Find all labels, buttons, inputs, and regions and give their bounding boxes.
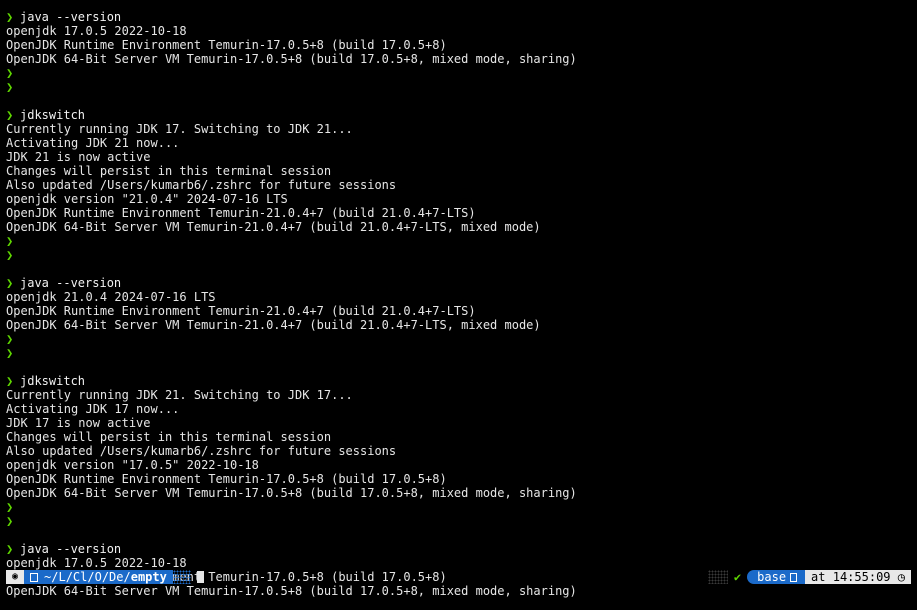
output-line: JDK 17 is now active <box>6 416 151 430</box>
prompt-arrow-icon: ❯ <box>6 108 14 122</box>
output-line: OpenJDK 64-Bit Server VM Temurin-21.0.4+… <box>6 318 541 332</box>
output-line: Activating JDK 21 now... <box>6 136 180 150</box>
output-line: OpenJDK Runtime Environment Temurin-17.0… <box>6 472 447 486</box>
prompt-arrow-icon: ❯ <box>6 514 14 528</box>
folder-icon <box>30 572 39 582</box>
output-line: OpenJDK Runtime Environment Temurin-21.0… <box>6 304 476 318</box>
prompt-line: ❯ java --version <box>6 542 911 556</box>
prompt-line: ❯ <box>6 332 911 346</box>
prompt-arrow-icon: ❯ <box>6 500 14 514</box>
prompt-line: ❯ jdkswitch <box>6 374 911 388</box>
prompt-line: ❯ <box>6 500 911 514</box>
apple-icon: ◉ <box>6 570 25 584</box>
path-prefix: ~/L/Cl/O/De/ <box>44 570 131 584</box>
output-line: Changes will persist in this terminal se… <box>6 430 332 444</box>
output-line: OpenJDK Runtime Environment Temurin-21.0… <box>6 206 476 220</box>
prompt-arrow-icon: ❯ <box>6 234 14 248</box>
prompt-line: ❯ <box>6 80 911 94</box>
python-icon <box>790 572 798 582</box>
prompt-arrow-icon: ❯ <box>6 332 14 346</box>
terminal-output[interactable]: ❯ java --version openjdk 17.0.5 2022-10-18… <box>6 10 911 598</box>
output-line: Activating JDK 17 now... <box>6 402 180 416</box>
output-line: OpenJDK 64-Bit Server VM Temurin-21.0.4+… <box>6 220 541 234</box>
prompt-arrow-icon: ❯ <box>6 374 14 388</box>
prompt-right-segment: ✔ base at 14:55:09 ◷ <box>707 570 911 584</box>
time-prefix: at <box>811 570 826 584</box>
text-cursor[interactable] <box>196 571 204 583</box>
prompt-line: ❯ <box>6 346 911 360</box>
segment-fade <box>172 570 191 584</box>
output-line: OpenJDK Runtime Environment Temurin-17.0… <box>6 38 447 52</box>
command-text: java --version <box>20 10 122 24</box>
prompt-line: ❯ <box>6 248 911 262</box>
command-text: jdkswitch <box>20 108 86 122</box>
prompt-line: ❯ java --version <box>6 276 911 290</box>
output-line: OpenJDK 64-Bit Server VM Temurin-17.0.5+… <box>6 584 577 598</box>
command-text: java --version <box>20 542 122 556</box>
prompt-arrow-icon: ❯ <box>6 80 14 94</box>
output-line: OpenJDK 64-Bit Server VM Temurin-17.0.5+… <box>6 52 577 66</box>
output-line: openjdk version "21.0.4" 2024-07-16 LTS <box>6 192 288 206</box>
prompt-arrow-icon: ❯ <box>6 10 14 24</box>
prompt-line: ❯ <box>6 234 911 248</box>
path-last-segment: empty <box>130 570 167 584</box>
prompt-line: ❯ java --version <box>6 10 911 24</box>
prompt-line: ❯ <box>6 66 911 80</box>
output-line: openjdk 17.0.5 2022-10-18 <box>6 24 187 38</box>
command-text: jdkswitch <box>20 374 86 388</box>
output-line: openjdk 21.0.4 2024-07-16 LTS <box>6 290 216 304</box>
output-line: Changes will persist in this terminal se… <box>6 164 332 178</box>
clock-icon: ◷ <box>897 570 905 584</box>
command-text: java --version <box>20 276 122 290</box>
output-line: openjdk 17.0.5 2022-10-18 <box>6 556 187 570</box>
clock-time: 14:55:09 <box>832 570 891 584</box>
prompt-line: ❯ <box>6 514 911 528</box>
env-name: base <box>757 570 787 584</box>
prompt-arrow-icon: ❯ <box>6 542 14 556</box>
prompt-left-segment: ◉ ~/L/Cl/O/De/empty <box>6 570 204 584</box>
clock-segment: at 14:55:09 ◷ <box>805 570 911 584</box>
prompt-arrow-icon: ❯ <box>6 346 14 360</box>
status-ok-icon: ✔ <box>727 570 748 584</box>
output-line: Also updated /Users/kumarb6/.zshrc for f… <box>6 178 397 192</box>
segment-fade-right <box>707 570 728 584</box>
output-line: Also updated /Users/kumarb6/.zshrc for f… <box>6 444 397 458</box>
current-directory: ~/L/Cl/O/De/empty <box>24 570 173 584</box>
conda-env-badge: base <box>747 570 806 584</box>
output-line: JDK 21 is now active <box>6 150 151 164</box>
prompt-arrow-icon: ❯ <box>6 276 14 290</box>
prompt-arrow-icon: ❯ <box>6 66 14 80</box>
output-line: OpenJDK 64-Bit Server VM Temurin-17.0.5+… <box>6 486 577 500</box>
output-line: openjdk version "17.0.5" 2022-10-18 <box>6 458 259 472</box>
output-line: Currently running JDK 17. Switching to J… <box>6 122 353 136</box>
output-line: Currently running JDK 21. Switching to J… <box>6 388 353 402</box>
prompt-status-bar: ◉ ~/L/Cl/O/De/empty ✔ base at 14:55:09 ◷ <box>6 570 911 584</box>
prompt-arrow-icon: ❯ <box>6 248 14 262</box>
prompt-line: ❯ jdkswitch <box>6 108 911 122</box>
